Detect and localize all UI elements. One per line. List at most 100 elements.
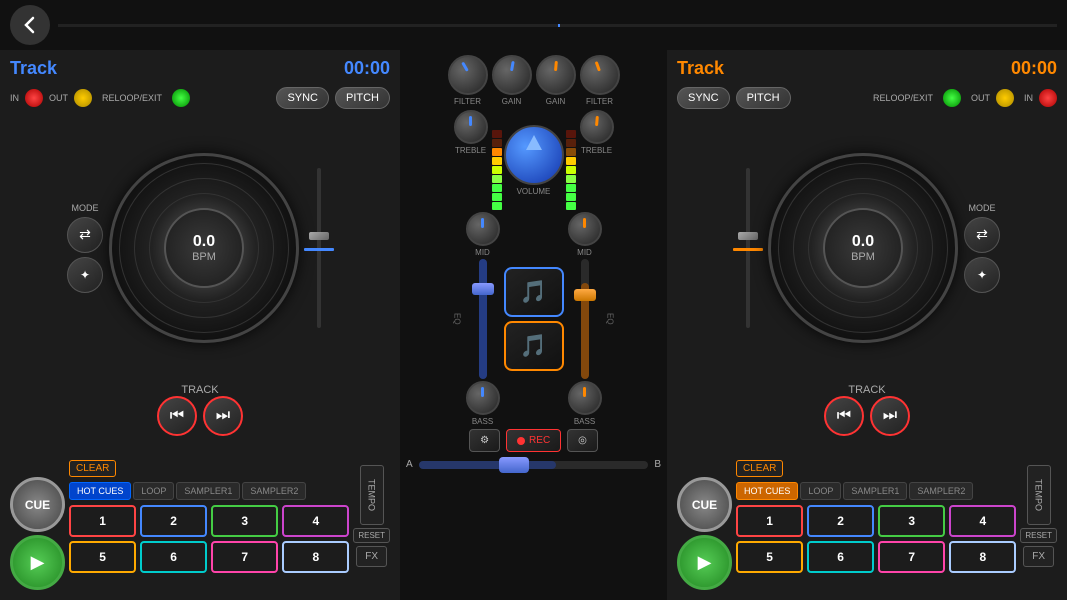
volume-knob[interactable] (504, 125, 564, 185)
right-hot-cues-tab[interactable]: HOT CUES (736, 482, 798, 500)
right-pad-7[interactable]: 7 (878, 541, 945, 573)
left-pad-6[interactable]: 6 (140, 541, 207, 573)
left-mode-btn-1[interactable]: ⇄ (67, 217, 103, 253)
left-reset-button[interactable]: RESET (353, 528, 390, 543)
right-clear-button[interactable]: CLEAR (736, 460, 783, 477)
back-button[interactable] (10, 5, 50, 45)
filter-right-knob[interactable] (580, 55, 620, 95)
left-fx-button[interactable]: FX (356, 546, 387, 567)
right-in-led[interactable] (1039, 89, 1057, 107)
left-sampler1-tab[interactable]: SAMPLER1 (176, 482, 240, 500)
right-track-name: Track (677, 58, 724, 79)
left-prev-track-button[interactable]: ⏮ (157, 396, 197, 436)
right-pitch-button[interactable]: PITCH (736, 87, 791, 109)
left-pad-1[interactable]: 1 (69, 505, 136, 537)
left-reloop-led[interactable] (172, 89, 190, 107)
gain-left-knob[interactable] (492, 55, 532, 95)
right-next-track-button[interactable]: ⏭ (870, 396, 910, 436)
right-pitch-thumb[interactable] (738, 232, 758, 240)
rec-button[interactable]: REC (506, 429, 561, 452)
right-pads-grid-col: CLEAR HOT CUES LOOP SAMPLER1 SAMPLER2 1 … (736, 460, 1016, 573)
right-channel-fader-handle[interactable] (574, 289, 596, 301)
left-pads-grid-col: CLEAR HOT CUES LOOP SAMPLER1 SAMPLER2 1 … (69, 460, 349, 573)
mid-left-label: MID (475, 248, 490, 257)
left-mode-btn-2[interactable]: ✦ (67, 257, 103, 293)
left-pitch-button[interactable]: PITCH (335, 87, 390, 109)
right-sampler2-tab[interactable]: SAMPLER2 (909, 482, 973, 500)
right-play-button[interactable]: ▶ (677, 535, 732, 590)
left-turntable[interactable]: 0.0 BPM (109, 153, 299, 343)
right-pad-3[interactable]: 3 (878, 505, 945, 537)
left-pad-7[interactable]: 7 (211, 541, 278, 573)
filter-left-knob[interactable] (448, 55, 488, 95)
filter-left-group: FILTER (448, 55, 488, 106)
left-pad-3[interactable]: 3 (211, 505, 278, 537)
target-button[interactable]: ◎ (567, 429, 598, 452)
treble-right-knob[interactable] (580, 110, 614, 144)
right-pad-1[interactable]: 1 (736, 505, 803, 537)
right-channel-fader-track[interactable] (581, 259, 589, 379)
left-vu-meter (492, 110, 502, 210)
left-tempo-button[interactable]: TEMPO (360, 465, 384, 525)
left-pads-header: CLEAR (69, 460, 349, 477)
left-tabs-btns: HOT CUES LOOP SAMPLER1 SAMPLER2 (69, 482, 349, 500)
crossfader-track[interactable] (419, 461, 649, 469)
right-in-label: IN (1024, 93, 1033, 103)
bass-right-knob[interactable] (568, 381, 602, 415)
left-pad-8[interactable]: 8 (282, 541, 349, 573)
right-pad-4[interactable]: 4 (949, 505, 1016, 537)
right-pad-5[interactable]: 5 (736, 541, 803, 573)
left-pad-4[interactable]: 4 (282, 505, 349, 537)
left-deck: Track 00:00 IN OUT RELOOP/EXIT SYNC PITC… (0, 50, 400, 600)
treble-left-knob[interactable] (454, 110, 488, 144)
left-cue-button[interactable]: CUE (10, 477, 65, 532)
right-deck: Track 00:00 SYNC PITCH RELOOP/EXIT OUT I… (667, 50, 1067, 600)
right-loop-tab[interactable]: LOOP (800, 482, 841, 500)
left-play-button[interactable]: ▶ (10, 535, 65, 590)
mid-left-knob[interactable] (466, 212, 500, 246)
right-fx-button[interactable]: FX (1023, 546, 1054, 567)
left-sync-button[interactable]: SYNC (276, 87, 329, 109)
rec-icon (517, 437, 525, 445)
right-sync-button[interactable]: SYNC (677, 87, 730, 109)
right-turntable[interactable]: 0.0 BPM (768, 153, 958, 343)
left-clear-button[interactable]: CLEAR (69, 460, 116, 477)
crossfader-handle[interactable] (499, 457, 529, 473)
left-pad-5[interactable]: 5 (69, 541, 136, 573)
eq-right-label: EQ (606, 313, 615, 325)
left-out-led[interactable] (74, 89, 92, 107)
left-loop-tab[interactable]: LOOP (133, 482, 174, 500)
right-pad-6[interactable]: 6 (807, 541, 874, 573)
left-channel-fader-track[interactable] (479, 259, 487, 379)
left-pitch-track[interactable] (317, 168, 321, 328)
right-mode-btn-2[interactable]: ✦ (964, 257, 1000, 293)
mid-right-knob[interactable] (568, 212, 602, 246)
right-sampler1-tab[interactable]: SAMPLER1 (843, 482, 907, 500)
right-mode-btn-1[interactable]: ⇄ (964, 217, 1000, 253)
right-pad-8[interactable]: 8 (949, 541, 1016, 573)
left-channel-fader-handle[interactable] (472, 283, 494, 295)
add-track-left-button[interactable]: 🎵 (504, 267, 564, 317)
bass-left-knob[interactable] (466, 381, 500, 415)
right-prev-track-button[interactable]: ⏮ (824, 396, 864, 436)
left-hot-cues-tab[interactable]: HOT CUES (69, 482, 131, 500)
right-reloop-led[interactable] (943, 89, 961, 107)
add-track-right-button[interactable]: 🎵 (504, 321, 564, 371)
left-pitch-thumb[interactable] (309, 232, 329, 240)
right-out-led[interactable] (996, 89, 1014, 107)
right-pitch-track[interactable] (746, 168, 750, 328)
left-track-name: Track (10, 58, 57, 79)
right-reset-button[interactable]: RESET (1020, 528, 1057, 543)
mixer-settings-button[interactable]: ⚙ (469, 429, 500, 452)
left-pad-2[interactable]: 2 (140, 505, 207, 537)
left-track-label: TRACK (8, 384, 392, 396)
left-sampler2-tab[interactable]: SAMPLER2 (242, 482, 306, 500)
left-next-track-button[interactable]: ⏭ (203, 396, 243, 436)
mid-left-fader-section: MID BASS (466, 212, 500, 426)
left-in-led[interactable] (25, 89, 43, 107)
gain-right-knob[interactable] (536, 55, 576, 95)
right-cue-button[interactable]: CUE (677, 477, 732, 532)
right-pad-2[interactable]: 2 (807, 505, 874, 537)
vu-volume-section: VOLUME (492, 110, 576, 210)
right-tempo-button[interactable]: TEMPO (1027, 465, 1051, 525)
